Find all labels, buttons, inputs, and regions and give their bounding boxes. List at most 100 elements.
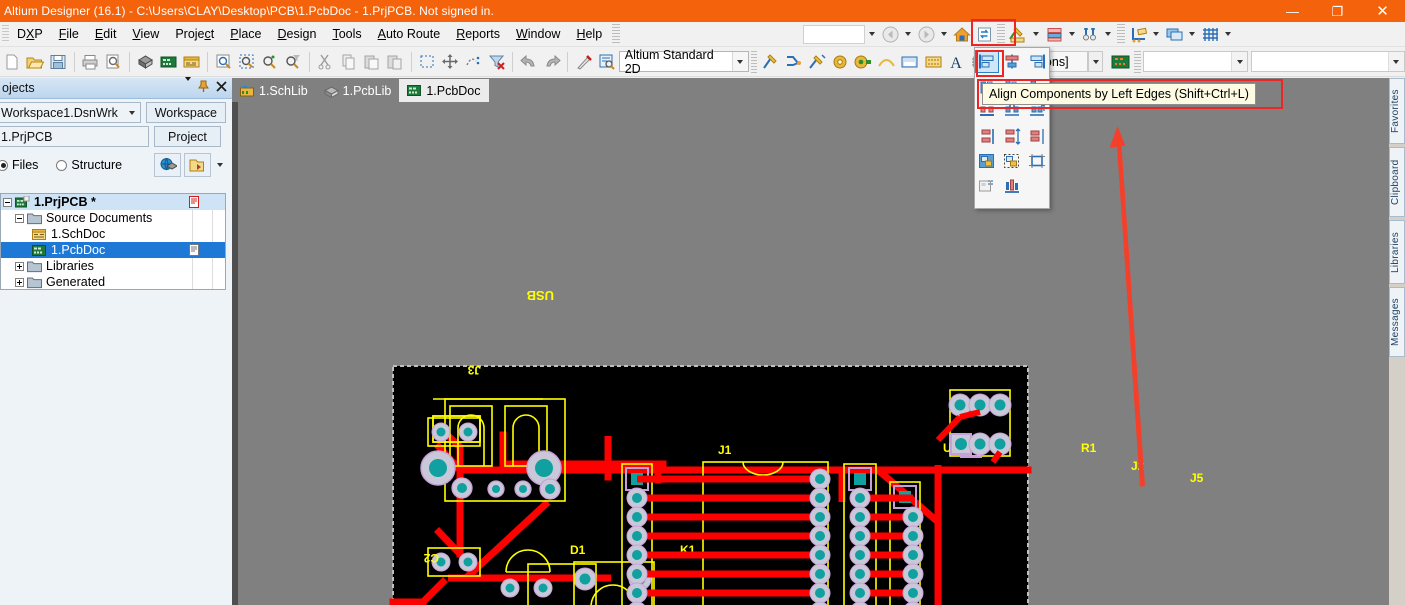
arc-icon[interactable]	[875, 50, 898, 74]
workspace-combo[interactable]: Workspace1.DsnWrk	[0, 102, 141, 123]
interactive-route-icon[interactable]	[805, 50, 828, 74]
toolbar-grip-3[interactable]	[1134, 50, 1141, 73]
ruler-dropdown-arrow[interactable]	[1149, 25, 1163, 44]
address-combo-input[interactable]	[803, 24, 866, 44]
grid-icon[interactable]	[1199, 24, 1221, 45]
project-button[interactable]: Project	[154, 126, 221, 147]
zoom-area-icon[interactable]	[235, 50, 258, 74]
align-toolbar-button[interactable]	[1043, 24, 1065, 45]
menu-drag-handle[interactable]	[1, 25, 9, 43]
paste-icon[interactable]	[360, 50, 383, 74]
string-icon[interactable]: A	[945, 50, 968, 74]
align-rectangle-icon[interactable]	[1025, 150, 1049, 173]
tree-expander-source-documents[interactable]	[15, 213, 24, 223]
fill-icon[interactable]	[898, 50, 921, 74]
cut-icon[interactable]	[314, 50, 337, 74]
print-preview-icon[interactable]	[102, 50, 125, 74]
combo-right-1[interactable]	[1142, 51, 1249, 72]
project-tree[interactable]: 1.PrjPCB * Source Documents 1.SchDoc 1.P…	[0, 193, 226, 290]
home-icon[interactable]	[951, 24, 973, 45]
menu-auto-route[interactable]: Auto Route	[370, 24, 449, 44]
menu-file[interactable]: File	[51, 24, 87, 44]
layer-combo-arrow[interactable]	[1087, 51, 1104, 72]
align-to-grid-icon[interactable]	[975, 150, 999, 173]
right-tab-favorites[interactable]: Favorites	[1389, 78, 1405, 144]
menu-reports[interactable]: Reports	[448, 24, 508, 44]
ruler-icon[interactable]	[1127, 24, 1149, 45]
right-tab-messages[interactable]: Messages	[1389, 287, 1405, 357]
open-icon[interactable]	[23, 50, 46, 74]
via-icon[interactable]	[852, 50, 875, 74]
tree-row-schdoc[interactable]: 1.SchDoc	[1, 226, 225, 242]
address-combo-arrow[interactable]	[865, 25, 879, 44]
menu-dxp[interactable]: DXP	[9, 24, 51, 44]
forward-dropdown-arrow[interactable]	[937, 25, 951, 44]
polygon-icon[interactable]	[921, 50, 944, 74]
pcb-globe-icon[interactable]	[154, 153, 181, 177]
zoom-filter-icon[interactable]	[282, 50, 305, 74]
move-icon[interactable]	[439, 50, 462, 74]
tree-row-source-documents[interactable]: Source Documents	[1, 210, 225, 226]
restore-button[interactable]: ❐	[1315, 0, 1360, 22]
tree-row-libraries[interactable]: Libraries	[1, 258, 225, 274]
radio-files[interactable]: Files	[0, 158, 38, 172]
back-dropdown-arrow[interactable]	[901, 25, 915, 44]
tab-pcbdoc[interactable]: 1.PcbDoc	[399, 79, 489, 102]
forward-icon[interactable]	[915, 24, 937, 45]
select-area-icon[interactable]	[415, 50, 438, 74]
save-icon[interactable]	[46, 50, 69, 74]
menu-project[interactable]: Project	[167, 24, 222, 44]
board-insight-icon[interactable]	[1109, 50, 1132, 74]
distribute-vertical-spacing-decrease-icon[interactable]	[1025, 125, 1049, 148]
minimize-button[interactable]: —	[1270, 0, 1315, 22]
pcb-doc-icon[interactable]	[157, 50, 180, 74]
route-icon[interactable]	[759, 50, 782, 74]
menu-tools[interactable]: Tools	[324, 24, 369, 44]
browse-icon[interactable]	[596, 50, 619, 74]
measure-icon[interactable]	[1007, 24, 1029, 45]
layers-dropdown-arrow[interactable]	[1185, 25, 1199, 44]
measure-dropdown-arrow[interactable]	[1029, 25, 1043, 44]
pcb-canvas[interactable]: J3 USB C2 D1 K1 J1 U1 R1 J2 J5	[238, 102, 1395, 605]
tree-row-project[interactable]: 1.PrjPCB *	[1, 194, 225, 210]
design-view-mode-arrow[interactable]	[732, 52, 748, 71]
close-icon[interactable]	[216, 81, 227, 95]
align-right-edges-icon[interactable]	[1025, 50, 1049, 73]
right-tab-clipboard[interactable]: Clipboard	[1389, 147, 1405, 217]
find-similar-icon[interactable]	[1079, 24, 1101, 45]
distribute-vertical-spacing-increase-icon[interactable]	[1000, 125, 1024, 148]
tree-expander-project[interactable]	[3, 197, 12, 207]
refresh-icon[interactable]	[973, 24, 995, 45]
grid-dropdown-arrow[interactable]	[1221, 25, 1235, 44]
distribute-vertically-icon[interactable]	[975, 125, 999, 148]
route-diff-icon[interactable]	[782, 50, 805, 74]
chevron-down-icon[interactable]	[185, 77, 191, 95]
clear-filter-icon[interactable]	[485, 50, 508, 74]
combo-right-2-arrow[interactable]	[1387, 52, 1404, 71]
menu-window[interactable]: Window	[508, 24, 568, 44]
paste-special-icon[interactable]	[383, 50, 406, 74]
align-left-edges-icon[interactable]	[975, 50, 999, 73]
menu-edit[interactable]: Edit	[87, 24, 125, 44]
menu-design[interactable]: Design	[270, 24, 325, 44]
move-to-grid-icon[interactable]	[975, 175, 999, 198]
tab-pcblib[interactable]: 1.PcbLib	[316, 80, 400, 102]
radio-structure[interactable]: Structure	[56, 158, 122, 172]
combo-right-2[interactable]	[1251, 51, 1405, 72]
back-icon[interactable]	[879, 24, 901, 45]
close-button[interactable]: ✕	[1360, 0, 1405, 22]
tree-expander-generated[interactable]	[15, 277, 24, 287]
pad-icon[interactable]	[829, 50, 852, 74]
tree-row-pcbdoc[interactable]: 1.PcbDoc	[1, 242, 225, 258]
tree-row-generated[interactable]: Generated	[1, 274, 225, 289]
zoom-selected-icon[interactable]	[259, 50, 282, 74]
toolbar-grip-2[interactable]	[750, 50, 758, 73]
menu-view[interactable]: View	[124, 24, 167, 44]
open-folder-dropdown-arrow[interactable]	[214, 163, 226, 167]
new-icon[interactable]	[0, 50, 23, 74]
arrange-within-room-icon[interactable]	[1000, 175, 1024, 198]
sch-doc-icon[interactable]	[180, 50, 203, 74]
zoom-fit-icon[interactable]	[212, 50, 235, 74]
redo-icon[interactable]	[540, 50, 563, 74]
tab-schlib[interactable]: 1.SchLib	[232, 80, 316, 102]
